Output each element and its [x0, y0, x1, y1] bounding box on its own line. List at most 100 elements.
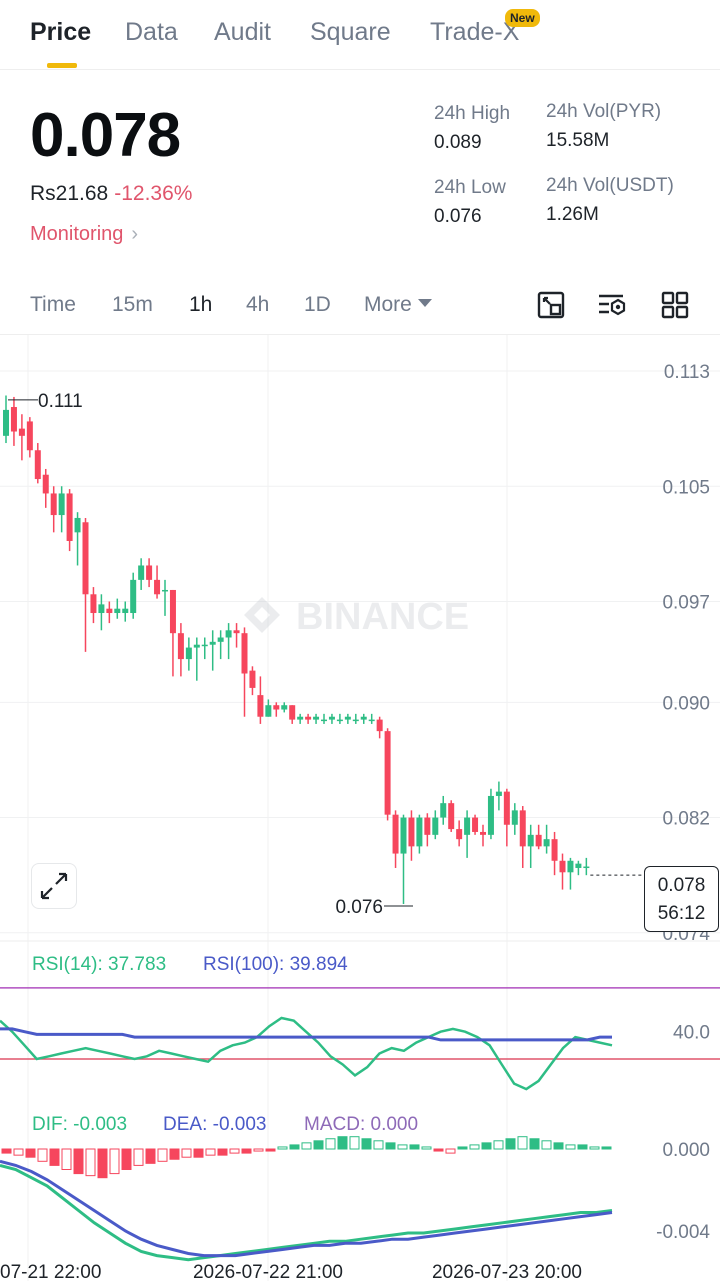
macd-histogram-bar	[217, 1148, 228, 1156]
candle-body	[185, 647, 192, 660]
tab-data[interactable]: Data	[125, 18, 178, 47]
macd-histogram-bar	[601, 1146, 612, 1150]
y-tick-label: 0.090	[662, 693, 710, 714]
macd-histogram-bar	[73, 1148, 84, 1175]
macd-histogram-bar	[61, 1148, 72, 1170]
candle-body	[583, 866, 590, 869]
candle-body	[384, 731, 391, 815]
macd-histogram-bar	[241, 1148, 252, 1154]
rsi-panel: 40.0	[0, 987, 720, 1091]
y-tick-label: 0.097	[662, 592, 710, 613]
interval-time[interactable]: Time	[30, 293, 76, 317]
candle-body	[74, 517, 81, 533]
grid-layout-icon[interactable]	[660, 290, 690, 320]
low-marker-label: 0.076	[335, 897, 383, 918]
macd-histogram-bar	[1, 1148, 12, 1154]
candle-body	[10, 407, 17, 432]
new-badge: New	[505, 9, 540, 27]
macd-dea-label: DEA: -0.003	[163, 1114, 267, 1135]
macd-value-label: MACD: 0.000	[304, 1114, 419, 1135]
rsi-level-label: 40.0	[673, 1023, 710, 1044]
price-subline: Rs21.68 -12.36%	[30, 182, 192, 206]
macd-histogram-bar	[421, 1146, 432, 1150]
last-price-tag: 0.078 56:12	[644, 866, 719, 932]
crop-icon[interactable]	[536, 290, 566, 320]
interval-more[interactable]: More	[364, 293, 432, 317]
macd-dif-label: DIF: -0.003	[32, 1114, 128, 1135]
interval-more-label: More	[364, 293, 412, 316]
candle-body	[527, 834, 534, 847]
fiat-price: Rs21.68	[30, 182, 109, 205]
candle-body	[424, 817, 431, 835]
candle-body	[217, 637, 224, 642]
candle-body	[503, 791, 510, 825]
candle-countdown: 56:12	[657, 903, 706, 924]
stat-high-label: 24h High	[434, 103, 511, 124]
y-tick-label: 0.105	[662, 477, 710, 498]
stat-vol-quote-value: 1.26M	[546, 204, 599, 225]
candle-body	[440, 803, 447, 818]
macd-panel: 0.000 -0.004	[0, 1136, 710, 1262]
tab-square[interactable]: Square	[310, 18, 391, 47]
tab-price[interactable]: Price	[30, 18, 91, 47]
candle-body	[90, 594, 97, 614]
candle-body	[106, 608, 113, 614]
tab-audit[interactable]: Audit	[214, 18, 271, 47]
candle-body	[154, 579, 161, 595]
macd-y-tick-label: 0.000	[662, 1140, 710, 1161]
candle-body	[519, 810, 526, 847]
candle-body	[114, 608, 121, 614]
rsi14-label: RSI(14): 37.783	[32, 954, 167, 975]
stat-low-label: 24h Low	[434, 177, 506, 198]
macd-histogram-bar	[445, 1148, 456, 1154]
macd-histogram-bar	[565, 1144, 576, 1150]
candle-body	[368, 719, 375, 722]
binance-watermark: BINANCE	[244, 596, 469, 638]
price-change: -12.36%	[114, 182, 193, 205]
candle-body	[201, 644, 208, 647]
candle-body	[177, 633, 184, 660]
interval-15m[interactable]: 15m	[112, 293, 153, 317]
macd-histogram-bar	[529, 1138, 540, 1150]
macd-histogram-bar	[541, 1140, 552, 1150]
stat-vol-quote-label: 24h Vol(USDT)	[546, 175, 674, 196]
candle-body	[456, 829, 463, 840]
interval-1d[interactable]: 1D	[304, 293, 331, 317]
candle-body	[313, 716, 320, 720]
macd-histogram-bar	[385, 1142, 396, 1150]
interval-1h[interactable]: 1h	[189, 293, 212, 317]
monitoring-link[interactable]: Monitoring ›	[30, 223, 138, 246]
macd-histogram-bar	[433, 1148, 444, 1152]
interval-4h[interactable]: 4h	[246, 293, 269, 317]
candle-body	[535, 834, 542, 847]
candle-body	[193, 644, 200, 648]
macd-histogram-bar	[457, 1146, 468, 1150]
candle-body	[225, 630, 232, 638]
macd-histogram-bar	[349, 1136, 360, 1150]
macd-histogram-bar	[505, 1138, 516, 1150]
high-low-markers: 0.111 0.076	[8, 391, 413, 918]
candle-body	[58, 493, 65, 516]
macd-histogram-bar	[493, 1140, 504, 1150]
last-price-tag-value: 0.078	[657, 875, 706, 896]
candle-body	[575, 863, 582, 868]
macd-histogram-bar	[589, 1146, 600, 1150]
indicator-settings-icon[interactable]	[597, 290, 627, 320]
candle-body	[511, 810, 518, 825]
expand-chart-button[interactable]	[31, 863, 77, 909]
macd-histogram-bar	[145, 1148, 156, 1164]
candle-body	[567, 860, 574, 873]
macd-histogram-bar	[409, 1144, 420, 1150]
candlestick-chart[interactable]: BINANCE 0.1130.1050.0970.0900.0820.074 0…	[0, 335, 720, 1281]
chevron-right-icon: ›	[131, 223, 139, 245]
macd-histogram-bar	[301, 1142, 312, 1150]
candle-body	[559, 860, 566, 873]
macd-histogram-bar	[193, 1148, 204, 1158]
macd-histogram-bar	[121, 1148, 132, 1170]
candle-body	[336, 719, 343, 722]
macd-histogram-bar	[277, 1146, 288, 1150]
candles-layer	[3, 395, 644, 904]
macd-histogram-bar	[157, 1148, 168, 1162]
macd-histogram-bar	[397, 1144, 408, 1150]
macd-histogram-bar	[133, 1148, 144, 1166]
